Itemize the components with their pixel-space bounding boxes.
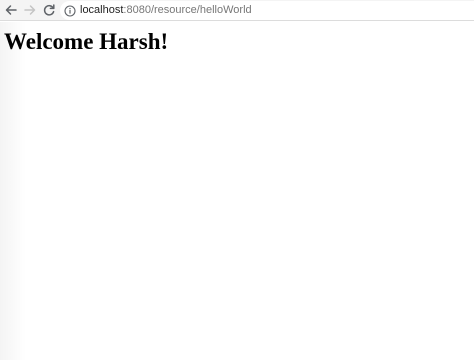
url-text[interactable]: localhost:8080/resource/helloWorld [80, 1, 252, 20]
page-content: Welcome Harsh! [0, 22, 474, 360]
url-host: localhost [80, 4, 124, 16]
back-arrow-icon [4, 3, 18, 17]
address-bar[interactable]: localhost:8080/resource/helloWorld [60, 1, 474, 20]
info-icon[interactable] [64, 4, 76, 17]
page-heading: Welcome Harsh! [4, 29, 169, 54]
url-path: :8080/resource/helloWorld [123, 4, 252, 16]
reload-icon [42, 3, 56, 17]
left-shadow [0, 22, 26, 360]
forward-arrow-icon [23, 3, 37, 17]
reload-button[interactable] [41, 2, 57, 18]
browser-toolbar: localhost:8080/resource/helloWorld [0, 0, 474, 21]
forward-button[interactable] [22, 2, 38, 18]
back-button[interactable] [3, 2, 19, 18]
